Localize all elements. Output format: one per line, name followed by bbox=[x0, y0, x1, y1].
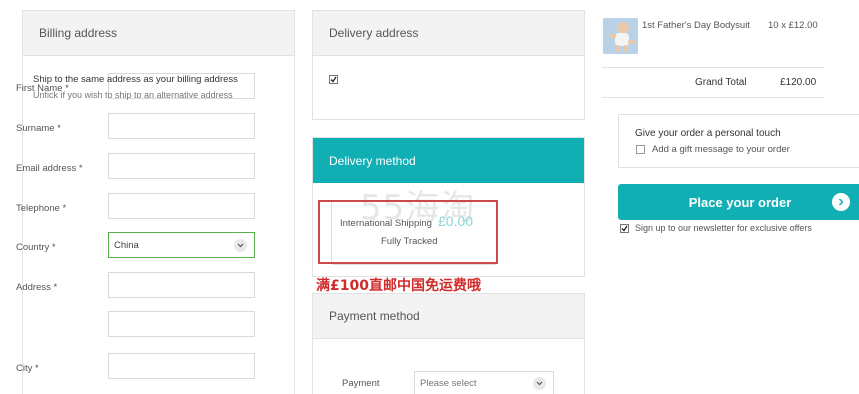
billing-address-title: Billing address bbox=[23, 11, 294, 56]
city-label: City * bbox=[16, 363, 39, 374]
payment-method-title: Payment method bbox=[313, 294, 584, 339]
shipping-option-name: International Shipping bbox=[340, 218, 432, 229]
newsletter-checkbox[interactable] bbox=[620, 224, 629, 233]
address-line1-field[interactable] bbox=[108, 272, 255, 298]
payment-select[interactable]: Please select bbox=[414, 371, 554, 394]
grand-total-label: Grand Total bbox=[695, 77, 747, 88]
gift-message-label: Add a gift message to your order bbox=[652, 144, 790, 155]
delivery-address-title: Delivery address bbox=[313, 11, 584, 56]
shipping-option-price: £0.00 bbox=[438, 213, 474, 229]
telephone-label: Telephone * bbox=[16, 203, 67, 214]
newsletter-label: Sign up to our newsletter for exclusive … bbox=[635, 223, 812, 233]
gift-message-checkbox[interactable] bbox=[636, 145, 645, 154]
chevron-right-icon bbox=[832, 193, 850, 211]
surname-field[interactable] bbox=[108, 113, 255, 139]
email-label: Email address * bbox=[16, 163, 83, 174]
surname-label: Surname * bbox=[16, 123, 61, 134]
country-label: Country * bbox=[16, 242, 56, 253]
delivery-address-panel: Delivery address bbox=[312, 10, 585, 120]
item-quantity-price: 10 x £12.00 bbox=[768, 20, 818, 31]
promo-annotation: 满£100直邮中国免运费哦 bbox=[316, 278, 481, 294]
country-value: China bbox=[114, 239, 139, 251]
chevron-down-icon bbox=[234, 239, 247, 252]
grand-total-value: £120.00 bbox=[780, 77, 817, 88]
country-select[interactable]: China bbox=[108, 232, 255, 258]
address-line2-field[interactable] bbox=[108, 311, 255, 337]
telephone-field[interactable] bbox=[108, 193, 255, 219]
highlight-frame bbox=[318, 200, 498, 264]
place-order-label: Place your order bbox=[688, 194, 792, 210]
email-field[interactable] bbox=[108, 153, 255, 179]
chevron-down-icon bbox=[533, 377, 546, 390]
address-label: Address * bbox=[16, 282, 58, 293]
ship-same-label: Ship to the same address as your billing… bbox=[33, 74, 238, 85]
delivery-method-title: Delivery method bbox=[313, 138, 584, 183]
ship-same-hint: Untick if you wish to ship to an alterna… bbox=[33, 90, 233, 100]
city-field[interactable] bbox=[108, 353, 255, 379]
product-thumbnail bbox=[603, 18, 638, 54]
personal-touch-title: Give your order a personal touch bbox=[635, 128, 781, 139]
divider bbox=[602, 67, 824, 68]
personal-touch-box bbox=[618, 114, 859, 168]
payment-select-value: Please select bbox=[420, 377, 477, 389]
ship-same-checkbox[interactable] bbox=[329, 75, 338, 84]
shipping-option-sub: Fully Tracked bbox=[381, 236, 438, 247]
place-order-button[interactable]: Place your order bbox=[618, 184, 859, 220]
item-name: 1st Father's Day Bodysuit bbox=[642, 20, 750, 31]
divider bbox=[602, 97, 824, 98]
payment-label: Payment bbox=[342, 378, 380, 389]
